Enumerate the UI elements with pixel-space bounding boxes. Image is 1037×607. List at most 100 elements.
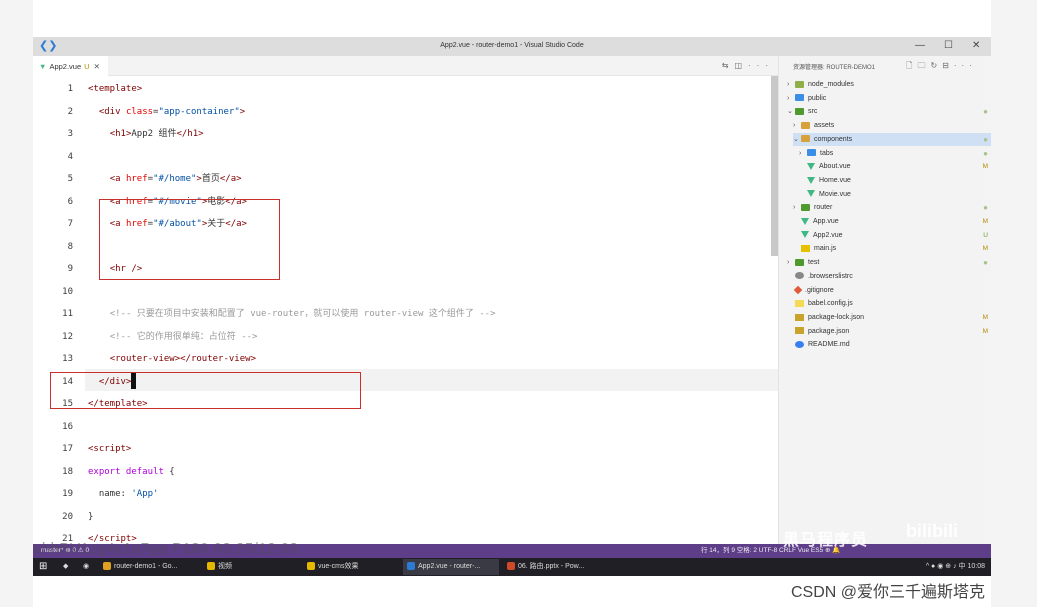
code-editor[interactable]: 1 <template> 2 <div class="app-container">… <box>33 76 778 544</box>
code-text: <router-view></router-view> <box>109 354 256 364</box>
tree-item[interactable]: › test ● <box>787 256 991 269</box>
chevron-icon: › <box>787 81 790 88</box>
collapse-icon[interactable]: ⊟ <box>942 61 954 70</box>
taskbar-app[interactable]: App2.vue - router-... <box>403 559 499 575</box>
tree-item-label: About.vue <box>819 163 851 171</box>
tree-item[interactable]: ⌄ components ● <box>793 132 991 146</box>
git-status-badge: U <box>983 231 988 239</box>
more-actions-icon[interactable]: ··· <box>748 61 774 70</box>
tree-item[interactable]: package-lock.json M <box>787 311 991 324</box>
git-status-badge: M <box>982 327 988 335</box>
right-margin <box>991 0 1037 607</box>
code-line[interactable]: 20} <box>33 506 778 528</box>
code-line[interactable]: 4 <box>33 146 778 168</box>
tree-item[interactable]: › tabs ● <box>799 147 991 160</box>
windows-start-icon[interactable]: ⊞ <box>39 562 49 572</box>
refresh-icon[interactable]: ↻ <box>930 61 942 70</box>
file-icon <box>801 217 809 225</box>
tree-item-label: components <box>814 135 853 143</box>
new-folder-icon[interactable]: 🗀 <box>917 61 930 70</box>
code-line[interactable]: 1 <template> <box>33 78 778 100</box>
pinned-app-icon[interactable]: ◆ <box>59 559 68 575</box>
explorer-header: 资源管理器: ROUTER-DEMO1 <box>793 65 876 71</box>
tree-item[interactable]: › public <box>787 92 991 105</box>
taskbar-app[interactable]: 06. 路由.pptx - Pow... <box>503 559 603 575</box>
window-title: App2.vue - router-demo1 - Visual Studio … <box>440 42 584 49</box>
folder-icon <box>795 94 804 102</box>
editor-scrollbar[interactable] <box>771 76 778 256</box>
tab-close-icon[interactable]: ✕ <box>94 62 100 71</box>
app-icon <box>307 562 315 571</box>
folder-icon <box>795 80 804 88</box>
tree-item[interactable]: ⌄ src ● <box>787 105 991 118</box>
line-number: 3 <box>67 129 73 139</box>
tree-item[interactable]: .browserslistrc <box>787 270 991 283</box>
tree-item[interactable]: Home.vue <box>799 174 991 187</box>
open-changes-icon[interactable]: ⇆ <box>722 61 735 70</box>
tree-item-label: assets <box>814 122 835 130</box>
file-icon <box>807 190 815 198</box>
git-status-badge: M <box>982 245 988 253</box>
tree-item[interactable]: › assets <box>793 119 991 132</box>
tree-item-label: .browserslistrc <box>808 272 853 280</box>
file-icon <box>807 162 815 170</box>
maximize-button[interactable]: ☐ <box>944 40 953 52</box>
code-line[interactable]: 11 <!-- 只要在项目中安装和配置了 vue-router，就可以使用 ro… <box>33 303 778 325</box>
tree-item-label: Movie.vue <box>819 190 851 198</box>
file-icon <box>795 272 804 280</box>
tree-item-label: App2.vue <box>813 231 843 239</box>
tree-item[interactable]: › router ● <box>793 201 991 214</box>
code-line[interactable]: 3 <h1>App2 组件</h1> <box>33 123 778 145</box>
git-status-badge: ● <box>983 134 988 144</box>
code-line[interactable]: 10 <box>33 281 778 303</box>
taskbar-app[interactable]: router-demo1 - Go... <box>99 559 199 575</box>
code-text: name: 'App' <box>88 489 159 499</box>
line-number: 4 <box>67 151 73 162</box>
minimize-button[interactable]: — <box>915 40 925 52</box>
tree-item[interactable]: README.md <box>787 338 991 351</box>
split-editor-icon[interactable]: ◫ <box>734 61 748 70</box>
taskbar-app[interactable]: vue-cms效果 <box>303 559 399 575</box>
close-button[interactable]: ✕ <box>972 40 980 52</box>
code-line[interactable]: 18 export default { <box>33 461 778 483</box>
code-text: } <box>88 511 94 522</box>
more-icon[interactable]: ··· <box>954 61 977 70</box>
tree-item[interactable]: App2.vue U <box>793 229 991 242</box>
tree-item[interactable]: package.json M <box>787 325 991 338</box>
line-number: 1 <box>67 84 73 94</box>
vscode-window: ❮❯ App2.vue - router-demo1 - Visual Stud… <box>33 37 991 576</box>
system-tray[interactable]: ^ ● ◉ ⊕ ♪ 中 10:08 <box>926 559 985 575</box>
file-icon <box>795 313 804 321</box>
tree-item-label: public <box>808 94 827 102</box>
git-status-badge: ● <box>983 107 988 117</box>
code-line[interactable]: 13 <router-view></router-view> <box>33 348 778 370</box>
chrome-icon[interactable]: ◉ <box>79 559 89 575</box>
tree-item-label: tabs <box>820 149 834 157</box>
tree-item-label: babel.config.js <box>808 300 853 308</box>
file-icon <box>795 327 804 335</box>
tree-item[interactable]: › node_modules <box>787 78 991 91</box>
code-line[interactable]: 19 name: 'App' <box>33 483 778 505</box>
code-line[interactable]: 16 <box>33 416 778 438</box>
tree-item[interactable]: About.vue M <box>799 160 991 173</box>
code-line[interactable]: 12 <!-- 它的作用很单纯：占位符 --> <box>33 326 778 348</box>
app-icon <box>207 562 215 571</box>
new-file-icon[interactable]: 🗋 <box>906 61 917 70</box>
line-number: 13 <box>62 354 73 364</box>
tree-item[interactable]: .gitignore <box>787 284 991 297</box>
line-number: 7 <box>67 219 73 229</box>
bilibili-watermark: bilibili <box>906 521 958 541</box>
tab-app2-vue[interactable]: ▼ App2.vue U ✕ <box>33 56 108 76</box>
tree-item[interactable]: Movie.vue <box>799 188 991 201</box>
taskbar-app[interactable]: 视频 <box>203 559 299 575</box>
code-line[interactable]: 17 <script> <box>33 438 778 460</box>
tree-item-label: App.vue <box>813 218 839 225</box>
tree-item[interactable]: App.vue M <box>793 215 991 228</box>
tree-item[interactable]: main.js M <box>793 242 991 255</box>
code-line[interactable]: 2 <div class="app-container"> <box>33 101 778 123</box>
line-number: 17 <box>62 444 73 454</box>
line-number: 10 <box>62 286 73 297</box>
file-icon <box>801 231 809 239</box>
code-line[interactable]: 5 <a href="#/home">首页</a> <box>33 168 778 190</box>
tree-item[interactable]: babel.config.js <box>787 297 991 310</box>
